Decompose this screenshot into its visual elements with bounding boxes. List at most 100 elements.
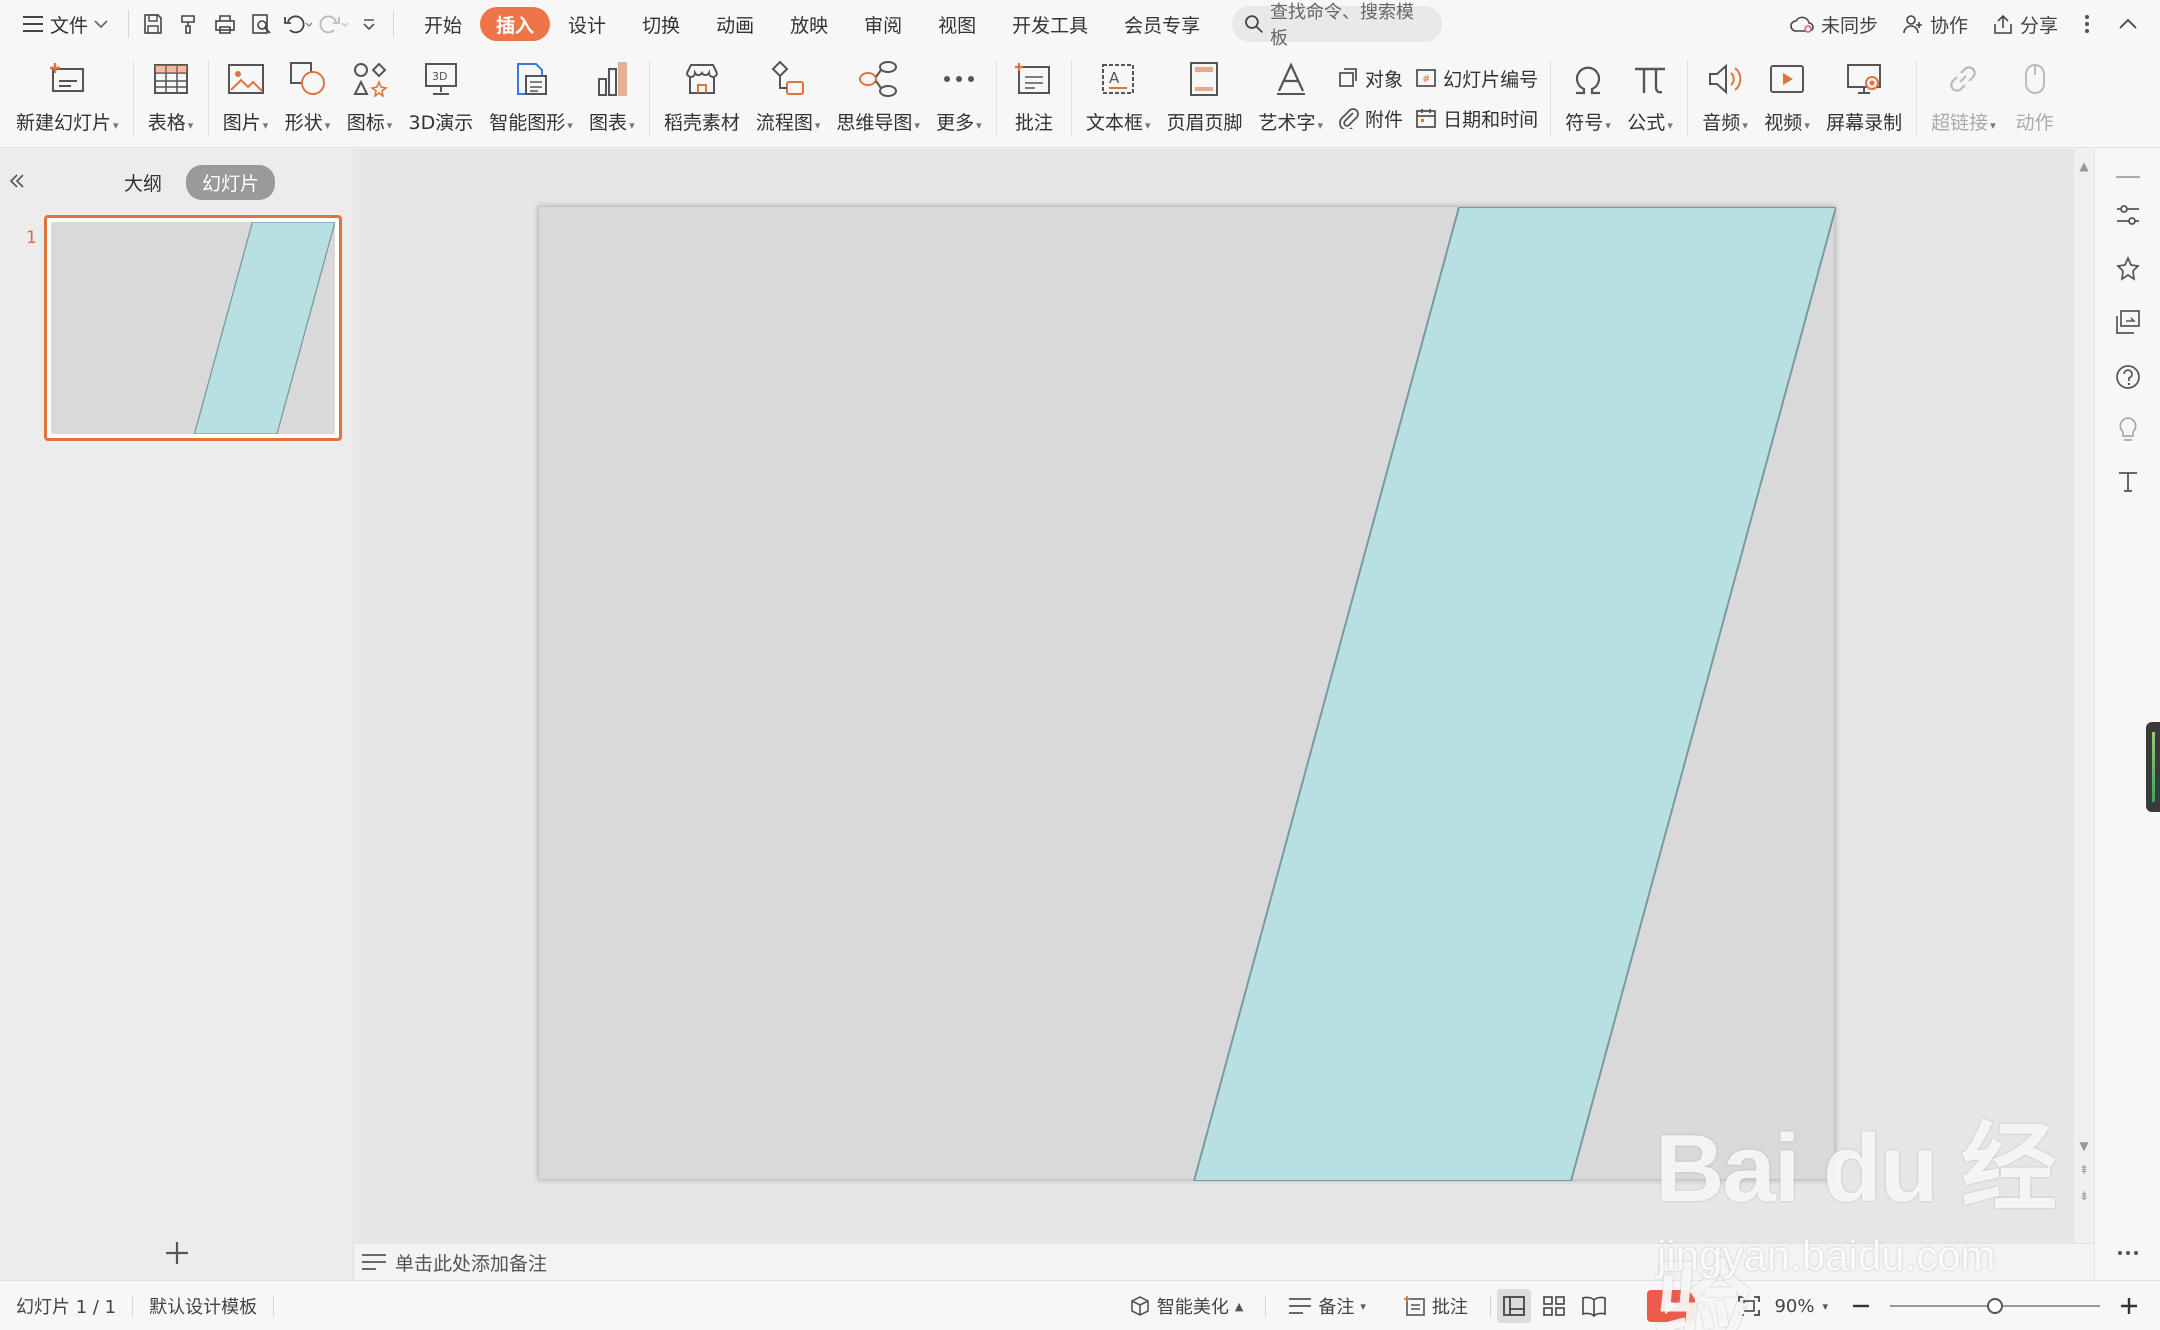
zoom-chevron-icon[interactable]: ▾ — [1822, 1300, 1828, 1313]
slide[interactable] — [538, 206, 1836, 1181]
print-icon[interactable] — [207, 6, 243, 42]
undo-icon[interactable] — [279, 6, 315, 42]
divider — [1916, 60, 1918, 136]
next-slide-icon[interactable]: ⇟ — [2078, 1189, 2090, 1203]
normal-view-icon[interactable] — [1496, 1289, 1531, 1323]
tab-animations[interactable]: 动画 — [698, 7, 772, 41]
lightbulb-icon[interactable] — [2112, 413, 2144, 445]
cloud-icon — [1790, 16, 1814, 33]
beautify-button[interactable]: 智能美化 ▲ — [1113, 1293, 1259, 1319]
command-search[interactable]: 查找命令、搜索模板 — [1232, 2, 1443, 49]
slide-transition-icon[interactable] — [2112, 306, 2144, 338]
zoom-slider-knob[interactable] — [1987, 1298, 2003, 1314]
collapse-ribbon-icon[interactable] — [2104, 18, 2160, 30]
more-sidebar-icon[interactable] — [2112, 1237, 2144, 1269]
help-icon[interactable] — [2112, 361, 2144, 393]
text-icon[interactable] — [2112, 465, 2144, 497]
customize-chevron-icon[interactable] — [351, 6, 387, 42]
zoom-out-icon[interactable] — [1844, 1289, 1878, 1323]
tab-design[interactable]: 设计 — [550, 7, 624, 41]
properties-icon[interactable] — [2112, 199, 2144, 231]
share-button[interactable]: 分享 — [1980, 11, 2070, 38]
textbox-button[interactable]: A 文本框 ▾ — [1078, 56, 1159, 140]
zoom-level[interactable]: 90% — [1772, 1296, 1816, 1317]
action-button[interactable]: 动作 — [2004, 56, 2066, 140]
side-widget-handle[interactable] — [2146, 722, 2160, 812]
more-options-icon[interactable] — [2070, 13, 2104, 35]
tab-member[interactable]: 会员专享 — [1106, 7, 1218, 41]
tab-home[interactable]: 开始 — [406, 7, 480, 41]
play-options-chevron-icon[interactable]: ▾ — [1701, 1300, 1707, 1313]
tab-review[interactable]: 审阅 — [846, 7, 920, 41]
daoke-button[interactable]: 稻壳素材 — [656, 56, 748, 140]
table-icon — [148, 56, 194, 102]
reading-view-icon[interactable] — [1577, 1289, 1611, 1323]
divider — [995, 60, 997, 136]
collab-button[interactable]: 协作 — [1890, 11, 1980, 38]
wordart-button[interactable]: 艺术字 ▾ — [1251, 56, 1332, 140]
tab-view[interactable]: 视图 — [920, 7, 994, 41]
new-slide-button[interactable]: 新建幻灯片 ▾ — [8, 56, 127, 140]
slide-number-button[interactable]: # 幻灯片编号 — [1415, 62, 1538, 94]
table-button[interactable]: 表格 ▾ — [140, 56, 202, 140]
header-footer-icon — [1181, 56, 1227, 102]
zoom-slider[interactable] — [1890, 1296, 2100, 1316]
parallelogram-shape[interactable] — [1192, 207, 1836, 1181]
hyperlink-label: 超链接 — [1931, 112, 1989, 134]
video-button[interactable]: 视频 ▾ — [1756, 56, 1818, 140]
vertical-scrollbar[interactable]: ▲ ▼ ⇞ ⇟ — [2074, 149, 2094, 1243]
formula-button[interactable]: 公式 ▾ — [1619, 56, 1681, 140]
picture-button[interactable]: 图片 ▾ — [215, 56, 277, 140]
date-time-button[interactable]: 日期和时间 — [1415, 102, 1538, 134]
header-footer-button[interactable]: 页眉页脚 — [1158, 56, 1250, 140]
file-menu[interactable]: 文件 — [0, 6, 122, 42]
demo3d-button[interactable]: 3D 3D演示 — [401, 56, 482, 140]
prev-slide-icon[interactable]: ⇞ — [2078, 1163, 2090, 1177]
zoom-in-icon[interactable] — [2112, 1289, 2146, 1323]
comments-toggle-button[interactable]: 批注 — [1388, 1293, 1484, 1319]
shape-label: 形状 — [284, 112, 323, 134]
redo-icon[interactable] — [315, 6, 351, 42]
shape-button[interactable]: 形状 ▾ — [277, 56, 339, 140]
tab-transitions[interactable]: 切换 — [624, 7, 698, 41]
date-time-label: 日期和时间 — [1443, 108, 1539, 131]
save-icon[interactable] — [135, 6, 171, 42]
tab-slideshow[interactable]: 放映 — [772, 7, 846, 41]
object-button[interactable]: 对象 — [1337, 62, 1403, 94]
chart-button[interactable]: 图表 ▾ — [581, 56, 643, 140]
symbol-button[interactable]: 符号 ▾ — [1557, 56, 1619, 140]
slide-thumbnail[interactable] — [44, 215, 342, 441]
attachment-button[interactable]: 附件 — [1337, 102, 1403, 134]
icon-library-button[interactable]: 图标 ▾ — [339, 56, 401, 140]
more-button[interactable]: 更多 ▾ — [928, 56, 990, 140]
scroll-down-icon[interactable]: ▼ — [2078, 1139, 2090, 1153]
daoke-store-icon — [679, 56, 725, 102]
divider — [1550, 60, 1552, 136]
print-preview-icon[interactable] — [243, 6, 279, 42]
mindmap-button[interactable]: 思维导图 ▾ — [828, 56, 928, 140]
collapse-panel-icon[interactable] — [8, 167, 32, 191]
format-painter-icon[interactable] — [171, 6, 207, 42]
star-icon[interactable] — [2112, 253, 2144, 285]
flowchart-button[interactable]: 流程图 ▾ — [748, 56, 829, 140]
audio-button[interactable]: 音频 ▾ — [1694, 56, 1756, 140]
sync-status[interactable]: 未同步 — [1777, 11, 1890, 38]
grid-view-icon[interactable] — [1537, 1289, 1571, 1323]
tab-slides[interactable]: 幻灯片 — [186, 165, 276, 200]
scroll-up-icon[interactable]: ▲ — [2078, 159, 2090, 173]
play-slideshow-button[interactable] — [1646, 1290, 1695, 1322]
template-name[interactable]: 默认设计模板 — [133, 1293, 273, 1319]
notes-pane[interactable]: 单击此处添加备注 — [355, 1243, 2094, 1280]
fit-window-icon[interactable] — [1732, 1289, 1766, 1323]
tab-outline[interactable]: 大纲 — [108, 165, 178, 200]
add-slide-button[interactable] — [160, 1234, 194, 1275]
hyperlink-button[interactable]: 超链接 ▾ — [1923, 56, 2004, 140]
tab-insert[interactable]: 插入 — [480, 7, 551, 41]
speaker-icon — [1702, 56, 1748, 102]
comment-button[interactable]: 批注 — [1003, 56, 1065, 140]
screen-record-button[interactable]: 屏幕录制 — [1818, 56, 1910, 140]
smartart-button[interactable]: 智能图形 ▾ — [481, 56, 581, 140]
notes-toggle-label: 备注 — [1318, 1297, 1355, 1318]
tab-developer[interactable]: 开发工具 — [994, 7, 1106, 41]
notes-toggle-button[interactable]: 备注 ▾ — [1272, 1293, 1382, 1319]
